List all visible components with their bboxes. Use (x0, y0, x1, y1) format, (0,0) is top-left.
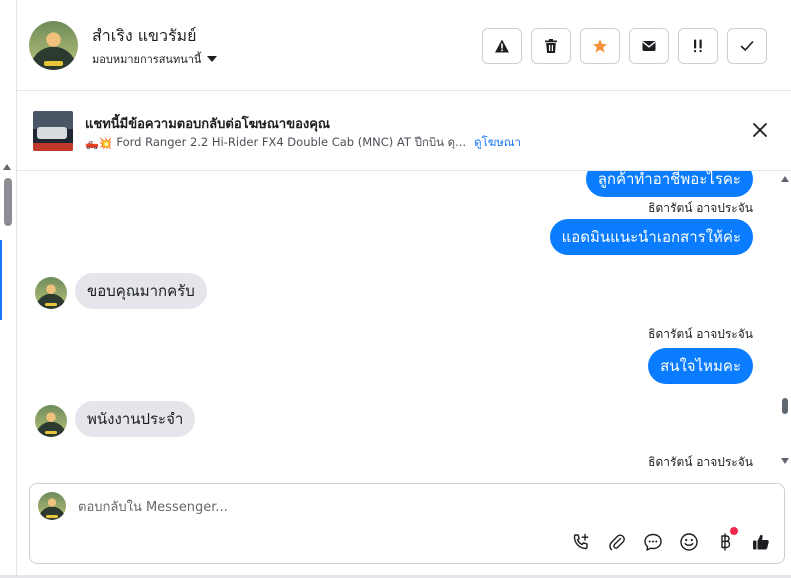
follow-up-button[interactable] (678, 28, 718, 64)
assign-conversation-dropdown[interactable]: มอบหมายการสนทนานี้ (92, 50, 218, 68)
page-avatar (38, 492, 66, 520)
contact-avatar[interactable] (29, 21, 78, 70)
left-panel-edge (0, 0, 17, 578)
ad-emoji: 🛻💥 (85, 136, 113, 150)
assign-conversation-label: มอบหมายการสนทนานี้ (92, 53, 202, 66)
ad-reply-banner: แชทนี้มีข้อความตอบกลับต่อโฆษณาของคุณ 🛻💥 … (17, 91, 791, 171)
saved-replies-button[interactable] (642, 531, 664, 553)
trash-icon (545, 39, 557, 53)
contact-avatar[interactable] (35, 405, 67, 437)
like-button[interactable] (750, 531, 772, 553)
exclamation-icon (694, 39, 702, 53)
contact-avatar[interactable] (35, 277, 67, 309)
contact-name[interactable]: สำเริง แขวรัมย์ (92, 24, 196, 49)
sender-name: ธิดารัตน์ อาจประจัน (648, 455, 753, 469)
view-ad-link[interactable]: ดูโฆษณา (474, 134, 521, 152)
smile-icon (680, 533, 698, 551)
warning-triangle-icon (495, 39, 509, 53)
conversation-header: สำเริง แขวรัมย์ มอบหมายการสนทนานี้ (17, 0, 791, 91)
thumbs-up-icon (753, 534, 769, 550)
reply-input[interactable] (78, 496, 758, 518)
incoming-message[interactable]: ขอบคุณมากครับ (75, 273, 207, 309)
star-button[interactable] (580, 28, 620, 64)
spam-report-button[interactable] (482, 28, 522, 64)
caret-down-icon (207, 56, 218, 62)
ad-description: Ford Ranger 2.2 Hi-Rider FX4 Double Cab … (116, 135, 467, 149)
thread-scrollbar-thumb[interactable] (782, 398, 788, 414)
ad-banner-title: แชทนี้มีข้อความตอบกลับต่อโฆษณาของคุณ (85, 117, 330, 132)
delete-button[interactable] (531, 28, 571, 64)
scroll-up-arrow-icon[interactable] (3, 164, 11, 170)
baht-icon (721, 533, 731, 551)
conversation-actions (482, 28, 767, 64)
star-icon (593, 39, 607, 53)
outgoing-message[interactable]: สนใจไหมคะ (648, 348, 753, 384)
mark-unread-button[interactable] (629, 28, 669, 64)
scroll-down-arrow-icon[interactable] (781, 458, 789, 464)
left-scrollbar-thumb[interactable] (4, 178, 12, 226)
notification-dot (730, 527, 738, 535)
outgoing-message[interactable]: แอดมินแนะนำเอกสารให้ค่ะ (549, 219, 753, 255)
selected-conversation-indicator (0, 240, 2, 320)
chat-bubble-icon (644, 533, 662, 551)
scroll-up-arrow-icon[interactable] (781, 176, 789, 182)
mark-done-button[interactable] (727, 28, 767, 64)
attach-button[interactable] (606, 531, 628, 553)
ad-description-line: 🛻💥 Ford Ranger 2.2 Hi-Rider FX4 Double C… (85, 134, 521, 152)
phone-add-icon (573, 533, 589, 550)
sender-name: ธิดารัตน์ อาจประจัน (648, 201, 753, 215)
emoji-button[interactable] (678, 531, 700, 553)
composer-tools (570, 527, 772, 553)
sender-name: ธิดารัตน์ อาจประจัน (648, 327, 753, 341)
message-composer (29, 483, 785, 564)
incoming-message[interactable]: พนังงานประจำ (75, 401, 196, 437)
call-button[interactable] (570, 531, 592, 553)
close-icon[interactable] (751, 121, 769, 139)
envelope-icon (642, 41, 656, 51)
payment-button[interactable] (714, 527, 738, 553)
outgoing-message[interactable]: ลูกค้าทำอาชีพอะไรคะ (585, 171, 753, 197)
checkmark-icon (740, 41, 754, 51)
ad-thumbnail[interactable] (33, 111, 73, 151)
paperclip-icon (609, 534, 625, 551)
thread-scrollbar[interactable] (779, 170, 791, 480)
message-thread[interactable]: ลูกค้าทำอาชีพอะไรคะ ธิดารัตน์ อาจประจัน … (17, 171, 779, 478)
